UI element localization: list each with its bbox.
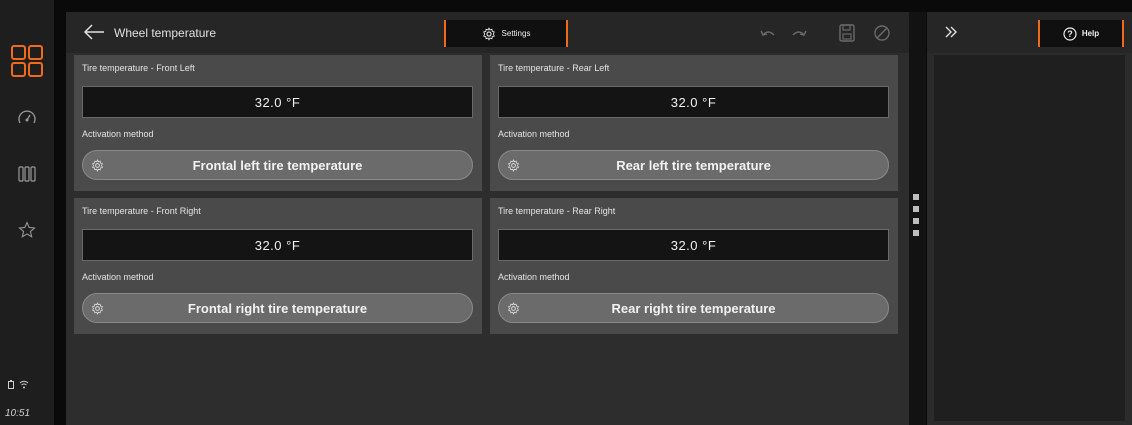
card-rear-right: Tire temperature - Rear Right 32.0 °F Ac… bbox=[490, 198, 898, 334]
activation-method-value: Frontal right tire temperature bbox=[187, 300, 368, 316]
temperature-value[interactable]: 32.0 °F bbox=[498, 86, 889, 118]
activation-method-value: Frontal left tire temperature bbox=[192, 157, 363, 173]
main-panel: Wheel temperature Settings Tire temperat… bbox=[66, 12, 909, 425]
card-title: Tire temperature - Front Right bbox=[82, 206, 201, 216]
clock: 10:51 bbox=[5, 408, 31, 419]
card-front-right: Tire temperature - Front Right 32.0 °F A… bbox=[74, 198, 482, 334]
help-header: ? Help bbox=[927, 12, 1132, 53]
temperature-value[interactable]: 32.0 °F bbox=[498, 229, 889, 261]
settings-label: Settings bbox=[501, 29, 531, 38]
gear-icon bbox=[508, 159, 519, 172]
card-rear-left: Tire temperature - Rear Left 32.0 °F Act… bbox=[490, 55, 898, 191]
page-title: Wheel temperature bbox=[114, 26, 217, 40]
panel-resize-handle[interactable] bbox=[909, 12, 926, 425]
activation-method-button[interactable]: Rear right tire temperature bbox=[498, 293, 889, 323]
handle-dot bbox=[913, 218, 919, 224]
gear-icon bbox=[92, 159, 103, 172]
help-button[interactable]: ? Help bbox=[1038, 20, 1124, 47]
header-bar: Wheel temperature Settings bbox=[66, 12, 909, 53]
activation-method-value: Rear left tire temperature bbox=[616, 157, 771, 173]
apps-grid-icon[interactable] bbox=[0, 44, 54, 78]
back-arrow-icon[interactable] bbox=[82, 22, 106, 42]
left-rail: 10:51 bbox=[0, 0, 54, 425]
gear-icon bbox=[508, 302, 519, 315]
card-title: Tire temperature - Rear Right bbox=[498, 206, 616, 216]
speedometer-icon[interactable] bbox=[0, 104, 54, 132]
activation-method-button[interactable]: Frontal right tire temperature bbox=[82, 293, 473, 323]
wifi-icon bbox=[19, 380, 29, 389]
gear-icon bbox=[92, 302, 103, 315]
help-content-area bbox=[934, 55, 1125, 421]
battery-icon bbox=[8, 380, 14, 389]
help-question-icon: ? bbox=[1063, 26, 1077, 41]
handle-dot bbox=[913, 206, 919, 212]
undo-icon[interactable] bbox=[758, 24, 778, 42]
star-icon[interactable] bbox=[0, 216, 54, 244]
temperature-value[interactable]: 32.0 °F bbox=[82, 86, 473, 118]
cancel-icon[interactable] bbox=[872, 24, 892, 42]
activation-method-label: Activation method bbox=[498, 129, 570, 139]
card-title: Tire temperature - Front Left bbox=[82, 63, 195, 73]
gear-icon bbox=[482, 26, 495, 41]
help-panel: ? Help bbox=[927, 12, 1132, 425]
activation-method-label: Activation method bbox=[498, 272, 570, 282]
redo-icon[interactable] bbox=[789, 24, 809, 42]
card-title: Tire temperature - Rear Left bbox=[498, 63, 610, 73]
activation-method-value: Rear right tire temperature bbox=[611, 300, 776, 316]
handle-dot bbox=[913, 230, 919, 236]
activation-method-button[interactable]: Rear left tire temperature bbox=[498, 150, 889, 180]
card-front-left: Tire temperature - Front Left 32.0 °F Ac… bbox=[74, 55, 482, 191]
handle-dot bbox=[913, 194, 919, 200]
activation-method-button[interactable]: Frontal left tire temperature bbox=[82, 150, 473, 180]
save-icon[interactable] bbox=[837, 24, 857, 42]
status-bar bbox=[8, 380, 29, 389]
settings-button[interactable]: Settings bbox=[444, 20, 568, 47]
temperature-value[interactable]: 32.0 °F bbox=[82, 229, 473, 261]
svg-text:?: ? bbox=[1067, 29, 1073, 39]
activation-method-label: Activation method bbox=[82, 129, 154, 139]
double-chevron-right-icon[interactable] bbox=[943, 24, 959, 40]
columns-icon[interactable] bbox=[0, 160, 54, 188]
activation-method-label: Activation method bbox=[82, 272, 154, 282]
help-label: Help bbox=[1081, 29, 1100, 38]
